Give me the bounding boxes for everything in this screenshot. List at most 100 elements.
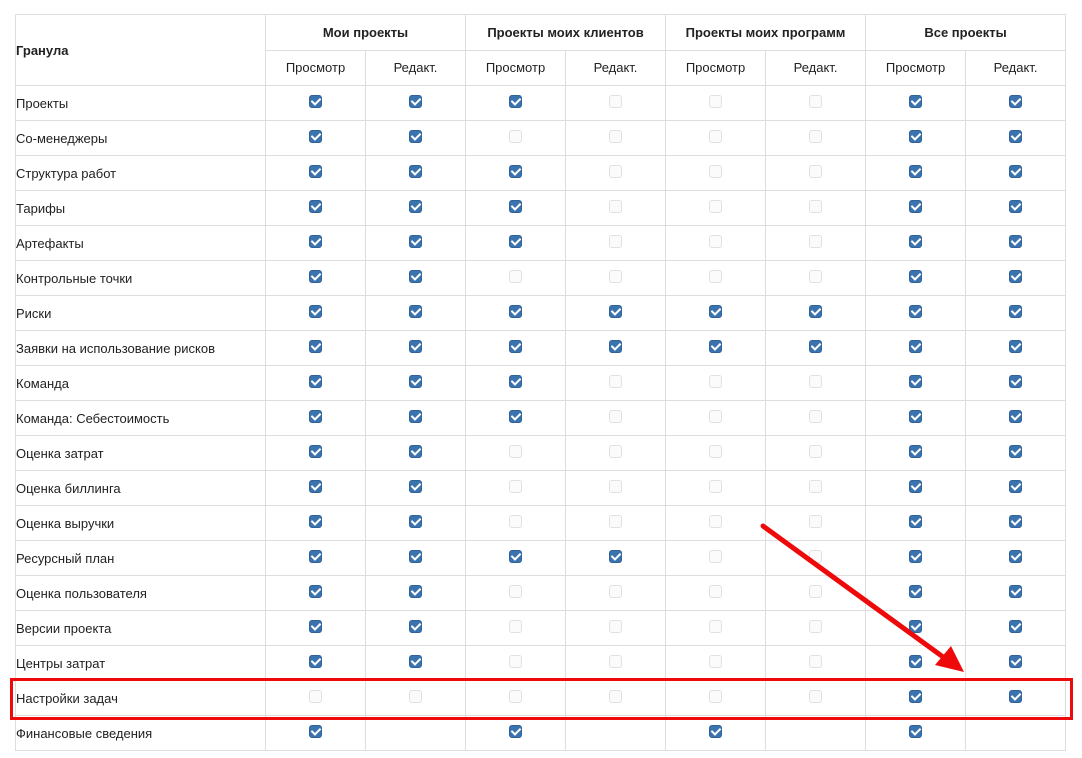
checkbox-unchecked[interactable]	[509, 515, 522, 529]
checkbox-checked[interactable]	[1009, 445, 1023, 459]
checkbox-checked[interactable]	[1009, 375, 1023, 389]
checkbox-unchecked[interactable]	[609, 515, 622, 529]
checkbox-checked[interactable]	[309, 130, 322, 144]
checkbox-checked[interactable]	[409, 410, 422, 424]
checkbox-unchecked[interactable]	[609, 480, 622, 494]
checkbox-unchecked[interactable]	[709, 95, 723, 109]
checkbox-unchecked[interactable]	[609, 200, 622, 214]
checkbox-unchecked[interactable]	[309, 690, 322, 704]
checkbox-checked[interactable]	[409, 620, 422, 634]
checkbox-checked[interactable]	[909, 725, 923, 739]
checkbox-checked[interactable]	[409, 375, 422, 389]
checkbox-checked[interactable]	[909, 515, 923, 529]
checkbox-checked[interactable]	[709, 340, 723, 354]
checkbox-unchecked[interactable]	[809, 550, 823, 564]
checkbox-checked[interactable]	[909, 130, 923, 144]
checkbox-checked[interactable]	[609, 305, 622, 319]
checkbox-unchecked[interactable]	[509, 620, 522, 634]
checkbox-checked[interactable]	[1009, 340, 1023, 354]
checkbox-checked[interactable]	[309, 305, 322, 319]
checkbox-checked[interactable]	[909, 445, 923, 459]
checkbox-checked[interactable]	[609, 550, 622, 564]
checkbox-checked[interactable]	[809, 305, 823, 319]
checkbox-unchecked[interactable]	[609, 445, 622, 459]
checkbox-unchecked[interactable]	[809, 165, 823, 179]
checkbox-unchecked[interactable]	[509, 480, 522, 494]
checkbox-checked[interactable]	[409, 200, 422, 214]
checkbox-checked[interactable]	[809, 340, 823, 354]
checkbox-checked[interactable]	[409, 305, 422, 319]
checkbox-checked[interactable]	[409, 515, 422, 529]
checkbox-checked[interactable]	[509, 200, 522, 214]
checkbox-unchecked[interactable]	[709, 550, 723, 564]
checkbox-unchecked[interactable]	[709, 655, 723, 669]
checkbox-checked[interactable]	[509, 235, 522, 249]
checkbox-checked[interactable]	[1009, 655, 1023, 669]
checkbox-checked[interactable]	[309, 480, 322, 494]
checkbox-checked[interactable]	[509, 410, 522, 424]
checkbox-checked[interactable]	[609, 340, 622, 354]
checkbox-unchecked[interactable]	[709, 410, 723, 424]
checkbox-unchecked[interactable]	[809, 585, 823, 599]
checkbox-checked[interactable]	[309, 235, 322, 249]
checkbox-checked[interactable]	[309, 200, 322, 214]
checkbox-checked[interactable]	[1009, 585, 1023, 599]
checkbox-checked[interactable]	[309, 340, 322, 354]
checkbox-unchecked[interactable]	[809, 95, 823, 109]
checkbox-unchecked[interactable]	[809, 690, 823, 704]
checkbox-unchecked[interactable]	[709, 235, 723, 249]
checkbox-checked[interactable]	[309, 375, 322, 389]
checkbox-unchecked[interactable]	[809, 480, 823, 494]
checkbox-checked[interactable]	[409, 340, 422, 354]
checkbox-checked[interactable]	[1009, 270, 1023, 284]
checkbox-checked[interactable]	[509, 305, 522, 319]
checkbox-checked[interactable]	[909, 690, 923, 704]
checkbox-checked[interactable]	[509, 375, 522, 389]
checkbox-checked[interactable]	[509, 95, 522, 109]
checkbox-checked[interactable]	[1009, 515, 1023, 529]
checkbox-checked[interactable]	[909, 305, 923, 319]
checkbox-checked[interactable]	[909, 165, 923, 179]
checkbox-unchecked[interactable]	[809, 130, 823, 144]
checkbox-unchecked[interactable]	[709, 690, 723, 704]
checkbox-checked[interactable]	[309, 95, 322, 109]
checkbox-checked[interactable]	[409, 95, 422, 109]
checkbox-unchecked[interactable]	[609, 235, 622, 249]
checkbox-checked[interactable]	[909, 410, 923, 424]
checkbox-checked[interactable]	[509, 165, 522, 179]
checkbox-unchecked[interactable]	[709, 445, 723, 459]
checkbox-checked[interactable]	[409, 585, 422, 599]
checkbox-unchecked[interactable]	[809, 515, 823, 529]
checkbox-checked[interactable]	[309, 550, 322, 564]
checkbox-unchecked[interactable]	[709, 270, 723, 284]
checkbox-checked[interactable]	[709, 725, 723, 739]
checkbox-checked[interactable]	[409, 165, 422, 179]
checkbox-unchecked[interactable]	[609, 130, 622, 144]
checkbox-checked[interactable]	[709, 305, 723, 319]
checkbox-checked[interactable]	[309, 410, 322, 424]
checkbox-unchecked[interactable]	[709, 375, 723, 389]
checkbox-unchecked[interactable]	[709, 200, 723, 214]
checkbox-checked[interactable]	[909, 235, 923, 249]
checkbox-checked[interactable]	[909, 480, 923, 494]
checkbox-checked[interactable]	[409, 270, 422, 284]
checkbox-checked[interactable]	[909, 200, 923, 214]
checkbox-checked[interactable]	[309, 165, 322, 179]
checkbox-checked[interactable]	[1009, 480, 1023, 494]
checkbox-checked[interactable]	[509, 550, 522, 564]
checkbox-unchecked[interactable]	[509, 585, 522, 599]
checkbox-checked[interactable]	[909, 340, 923, 354]
checkbox-checked[interactable]	[409, 445, 422, 459]
checkbox-checked[interactable]	[1009, 620, 1023, 634]
checkbox-checked[interactable]	[309, 725, 322, 739]
checkbox-checked[interactable]	[409, 550, 422, 564]
checkbox-checked[interactable]	[1009, 235, 1023, 249]
checkbox-unchecked[interactable]	[809, 200, 823, 214]
checkbox-unchecked[interactable]	[809, 655, 823, 669]
checkbox-unchecked[interactable]	[709, 480, 723, 494]
checkbox-unchecked[interactable]	[509, 130, 522, 144]
checkbox-checked[interactable]	[409, 235, 422, 249]
checkbox-unchecked[interactable]	[609, 585, 622, 599]
checkbox-checked[interactable]	[909, 655, 923, 669]
checkbox-unchecked[interactable]	[709, 515, 723, 529]
